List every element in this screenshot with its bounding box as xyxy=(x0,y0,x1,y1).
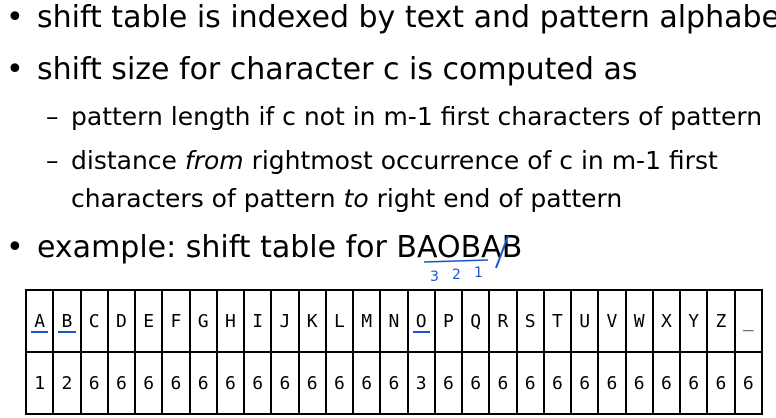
underline-mark xyxy=(412,331,430,333)
annotation-digit-1: 1 xyxy=(474,265,483,281)
shift-cell: 6 xyxy=(651,351,682,415)
shift-cell: 6 xyxy=(542,351,573,415)
bullet-2-text: shift size for character c is computed a… xyxy=(37,52,638,87)
underline-mark xyxy=(31,331,49,333)
shift-cell: 6 xyxy=(215,351,246,415)
sub-bullet-2-line-2: characters of pattern to right end of pa… xyxy=(71,184,623,213)
annotation-digit-2: 2 xyxy=(452,267,461,283)
bullet-1-text: shift table is indexed by text and patte… xyxy=(37,0,776,35)
char-cell: M xyxy=(351,289,382,353)
char-cell: C xyxy=(79,289,109,353)
char-cell: P xyxy=(433,289,464,353)
character-row: A B C D E F G H I J K L M N O P Q R S T U V W X Y Z _ xyxy=(24,289,763,353)
bullet-dot: • xyxy=(6,0,24,35)
shift-cell: 6 xyxy=(133,351,164,415)
char-cell: B xyxy=(52,289,82,353)
shift-cell: 6 xyxy=(188,351,218,415)
shift-table: A B C D E F G H I J K L M N O P Q R S T U V W X Y Z _ 126666666666… xyxy=(24,289,763,415)
shift-row: 126666666666663666666666666 xyxy=(24,351,763,415)
sub-bullet-dash: – xyxy=(46,146,59,175)
sub-bullet-2-line-1: distance from rightmost occurrence of c … xyxy=(71,146,718,175)
struck-letter: B xyxy=(501,230,523,265)
char-cell: Q xyxy=(460,289,491,353)
bullet-3-text: example: shift table for BAOBAB xyxy=(37,230,523,265)
shift-cell: 6 xyxy=(106,351,137,415)
shift-cell: 6 xyxy=(297,351,327,415)
shift-cell: 6 xyxy=(351,351,382,415)
char-cell: T xyxy=(542,289,573,353)
char-cell: S xyxy=(515,289,545,353)
char-cell: X xyxy=(651,289,682,353)
sub-bullet-1-text: pattern length if c not in m-1 first cha… xyxy=(71,102,763,131)
char-cell: A xyxy=(24,289,55,353)
shift-cell: 2 xyxy=(52,351,82,415)
shift-cell: 6 xyxy=(624,351,654,415)
shift-cell: 6 xyxy=(242,351,273,415)
shift-cell: 6 xyxy=(515,351,545,415)
bullet-dot: • xyxy=(6,52,24,87)
shift-cell: 6 xyxy=(597,351,627,415)
char-cell: W xyxy=(624,289,654,353)
char-cell: I xyxy=(242,289,273,353)
char-cell: V xyxy=(597,289,627,353)
char-cell: _ xyxy=(733,289,763,353)
char-cell: Y xyxy=(678,289,709,353)
char-cell: R xyxy=(488,289,518,353)
annotation-digit-3: 3 xyxy=(430,269,439,285)
shift-cell: 6 xyxy=(270,351,300,415)
shift-cell: 6 xyxy=(433,351,464,415)
shift-cell: 3 xyxy=(406,351,436,415)
shift-cell: 6 xyxy=(569,351,600,415)
emphasis-to: to xyxy=(343,184,369,213)
shift-cell: 6 xyxy=(733,351,763,415)
emphasis-from: from xyxy=(184,146,244,175)
char-cell: L xyxy=(324,289,355,353)
shift-cell: 6 xyxy=(460,351,491,415)
char-cell: N xyxy=(379,289,409,353)
char-cell: Z xyxy=(706,289,736,353)
char-cell: J xyxy=(270,289,300,353)
underline-mark xyxy=(58,331,76,333)
char-cell: U xyxy=(569,289,600,353)
char-cell: G xyxy=(188,289,218,353)
shift-cell: 6 xyxy=(678,351,709,415)
char-cell: K xyxy=(297,289,327,353)
char-cell: E xyxy=(133,289,164,353)
shift-cell: 6 xyxy=(161,351,191,415)
shift-cell: 1 xyxy=(24,351,55,415)
bullet-dot: • xyxy=(6,230,24,265)
char-cell: O xyxy=(406,289,436,353)
shift-cell: 6 xyxy=(379,351,409,415)
char-cell: H xyxy=(215,289,246,353)
shift-cell: 6 xyxy=(488,351,518,415)
shift-cell: 6 xyxy=(706,351,736,415)
char-cell: F xyxy=(161,289,191,353)
shift-cell: 6 xyxy=(79,351,109,415)
shift-cell: 6 xyxy=(324,351,355,415)
sub-bullet-dash: – xyxy=(46,102,59,131)
char-cell: D xyxy=(106,289,137,353)
